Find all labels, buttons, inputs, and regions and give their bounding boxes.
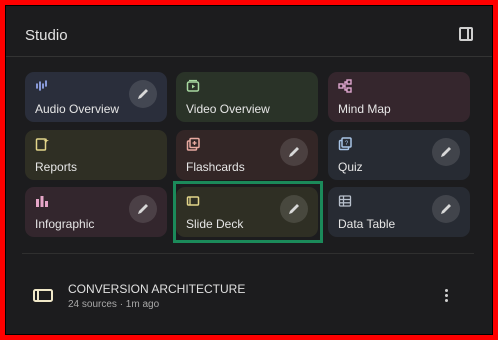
flashcards-card[interactable]: Flashcards — [176, 130, 318, 180]
audio-overview-card[interactable]: Audio Overview — [25, 72, 167, 122]
studio-panel: Studio Audio Overview Video Overview Min… — [5, 5, 493, 335]
quiz-icon: ? — [338, 137, 352, 151]
video-overview-card[interactable]: Video Overview — [176, 72, 318, 122]
divider — [22, 253, 474, 254]
audio-wave-icon — [36, 80, 47, 91]
reports-label: Reports — [35, 160, 78, 174]
mind-map-label: Mind Map — [338, 102, 391, 116]
edit-flashcards-button[interactable] — [280, 138, 308, 166]
note-meta: 24 sources · 1m ago — [68, 299, 160, 310]
screenshot-frame: Studio Audio Overview Video Overview Min… — [0, 0, 498, 340]
pencil-icon — [138, 89, 148, 99]
pencil-icon — [441, 204, 451, 214]
audio-overview-label: Audio Overview — [35, 102, 120, 116]
table-icon — [338, 195, 352, 207]
reports-card[interactable]: Reports — [25, 130, 167, 180]
reports-icon — [35, 138, 49, 151]
quiz-label: Quiz — [338, 160, 363, 174]
note-title[interactable]: CONVERSION ARCHITECTURE — [68, 282, 245, 296]
more-options-icon[interactable] — [443, 289, 449, 303]
pencil-icon — [138, 204, 148, 214]
slide-deck-note-icon — [33, 289, 53, 302]
flashcards-label: Flashcards — [186, 160, 245, 174]
data-table-card[interactable]: Data Table — [328, 187, 470, 237]
flashcards-icon — [186, 137, 200, 151]
pencil-icon — [289, 147, 299, 157]
video-icon — [186, 79, 200, 92]
infographic-icon — [36, 196, 48, 207]
toggle-panel-icon[interactable] — [459, 27, 473, 41]
selection-highlight — [173, 181, 323, 243]
edit-audio-overview-button[interactable] — [129, 80, 157, 108]
video-overview-label: Video Overview — [186, 102, 270, 116]
quiz-card[interactable]: ? Quiz — [328, 130, 470, 180]
studio-header: Studio — [6, 6, 492, 57]
pencil-icon — [441, 147, 451, 157]
edit-infographic-button[interactable] — [129, 195, 157, 223]
infographic-card[interactable]: Infographic — [25, 187, 167, 237]
edit-quiz-button[interactable] — [432, 138, 460, 166]
mind-map-icon — [338, 79, 352, 93]
data-table-label: Data Table — [338, 217, 396, 231]
edit-data-table-button[interactable] — [432, 195, 460, 223]
infographic-label: Infographic — [35, 217, 95, 231]
panel-title: Studio — [25, 27, 68, 44]
mind-map-card[interactable]: Mind Map — [328, 72, 470, 122]
